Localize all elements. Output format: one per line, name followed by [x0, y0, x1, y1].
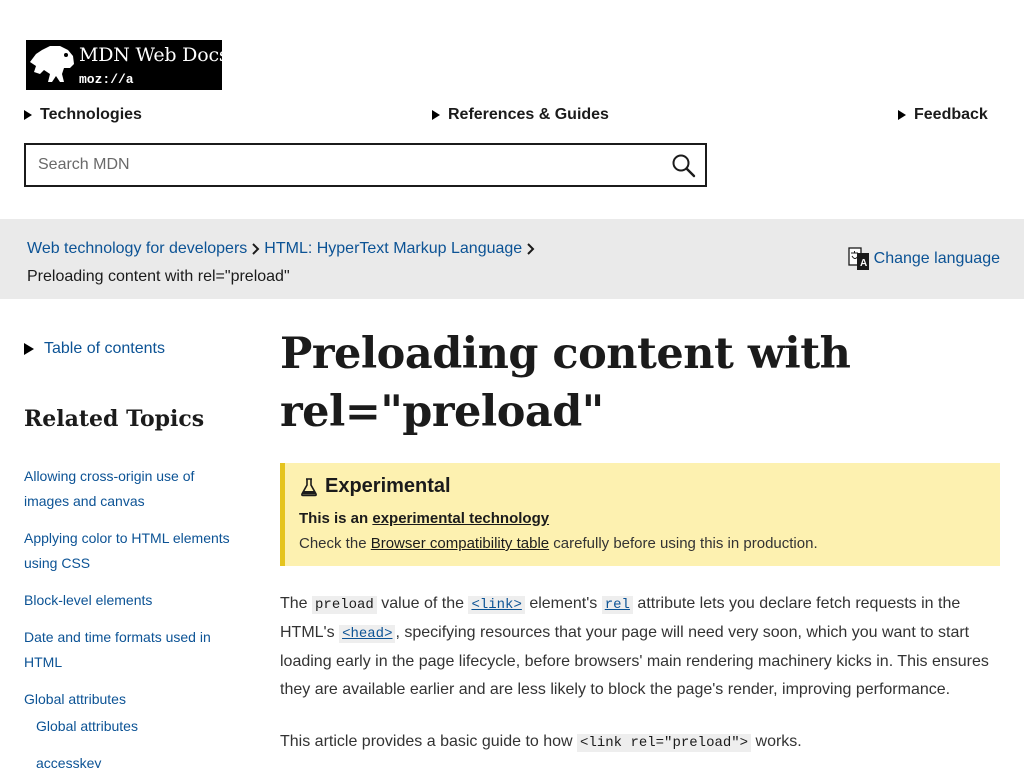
experimental-notice: Experimental This is an experimental tec… [280, 463, 1000, 566]
sidebar: Table of contents Related Topics Allowin… [24, 330, 234, 768]
chevron-right-icon [252, 243, 260, 255]
breadcrumb-bar: Web technology for developers HTML: Hype… [0, 219, 1024, 299]
mdn-logo[interactable]: MDN Web Docs moz://a [26, 40, 229, 90]
disclosure-triangle-icon [24, 343, 34, 355]
search-icon[interactable] [671, 153, 697, 179]
guide-paragraph: This article provides a basic guide to h… [280, 728, 1000, 757]
logo-title: MDN Web Docs [79, 44, 229, 66]
nav-feedback-label: Feedback [914, 106, 988, 123]
link-element-link[interactable]: <link> [468, 596, 525, 614]
notice-line-2: Check the Browser compatibility table ca… [299, 535, 982, 552]
experimental-technology-link[interactable]: experimental technology [372, 510, 549, 527]
text-run: element's [524, 595, 602, 612]
chevron-right-icon [527, 243, 535, 255]
related-topics-heading: Related Topics [24, 406, 205, 432]
nav-technologies[interactable]: Technologies [24, 106, 142, 124]
intro-paragraph: The preload value of the <link> element'… [280, 590, 1000, 704]
breadcrumb-html[interactable]: HTML: HyperText Markup Language [264, 235, 522, 263]
code-preload: preload [312, 596, 377, 614]
nav-references-guides[interactable]: References & Guides [432, 106, 609, 124]
browser-compat-link[interactable]: Browser compatibility table [371, 535, 549, 552]
disclosure-triangle-icon [24, 110, 32, 120]
notice-line-2-suffix: carefully before using this in productio… [549, 535, 818, 552]
flask-icon [301, 477, 317, 496]
mozilla-wordmark: moz://a [79, 72, 134, 87]
nav-technologies-label: Technologies [40, 106, 142, 123]
table-of-contents-toggle[interactable]: Table of contents [24, 340, 234, 358]
toc-label: Table of contents [44, 340, 165, 357]
breadcrumb-current: Preloading content with rel="preload" [27, 268, 290, 285]
text-run: This article provides a basic guide to h… [280, 733, 578, 750]
text-run: value of the [376, 595, 469, 612]
breadcrumb-web-technology[interactable]: Web technology for developers [27, 235, 247, 263]
sidebar-link-date-time[interactable]: Date and time formats used in HTML [24, 625, 234, 675]
code-link-preload: <link rel="preload"> [577, 734, 752, 752]
rel-attribute-link[interactable]: rel [601, 596, 633, 614]
sidebar-link-color-css[interactable]: Applying color to HTML elements using CS… [24, 526, 234, 576]
svg-text:A: A [860, 258, 867, 269]
text-run: works. [751, 733, 802, 750]
sidebar-sublink-global-attributes[interactable]: Global attributes [36, 714, 234, 739]
nav-feedback[interactable]: Feedback [898, 106, 988, 124]
text-run: The [280, 595, 313, 612]
head-element-link[interactable]: <head> [339, 625, 396, 643]
nav-references-label: References & Guides [448, 106, 609, 123]
article: Preloading content with rel="preload" Ex… [280, 325, 1000, 757]
notice-line-1: This is an experimental technology [299, 510, 982, 527]
disclosure-triangle-icon [898, 110, 906, 120]
notice-heading: Experimental [325, 475, 451, 497]
sidebar-sublink-accesskey[interactable]: accesskey [36, 751, 234, 768]
sidebar-link-block-level[interactable]: Block-level elements [24, 588, 234, 613]
dinosaur-logo-icon [30, 46, 74, 82]
notice-line-1-text: This is an [299, 510, 373, 527]
change-language-label: Change language [873, 250, 1000, 267]
related-topics-list: Allowing cross-origin use of images and … [24, 464, 234, 768]
page-title: Preloading content with rel="preload" [280, 329, 851, 437]
search-box [24, 143, 707, 187]
change-language-link[interactable]: A Change language [848, 247, 1000, 271]
notice-line-2-prefix: Check the [299, 535, 371, 552]
sidebar-link-global-attributes[interactable]: Global attributes [24, 687, 234, 712]
translate-icon: A [848, 247, 869, 270]
breadcrumb: Web technology for developers HTML: Hype… [27, 235, 539, 291]
sidebar-sublist: Global attributes accesskey [24, 714, 234, 768]
search-input[interactable] [26, 145, 705, 185]
disclosure-triangle-icon [432, 110, 440, 120]
main-nav: Technologies References & Guides Feedbac… [24, 106, 992, 128]
sidebar-link-cors-images[interactable]: Allowing cross-origin use of images and … [24, 464, 234, 514]
